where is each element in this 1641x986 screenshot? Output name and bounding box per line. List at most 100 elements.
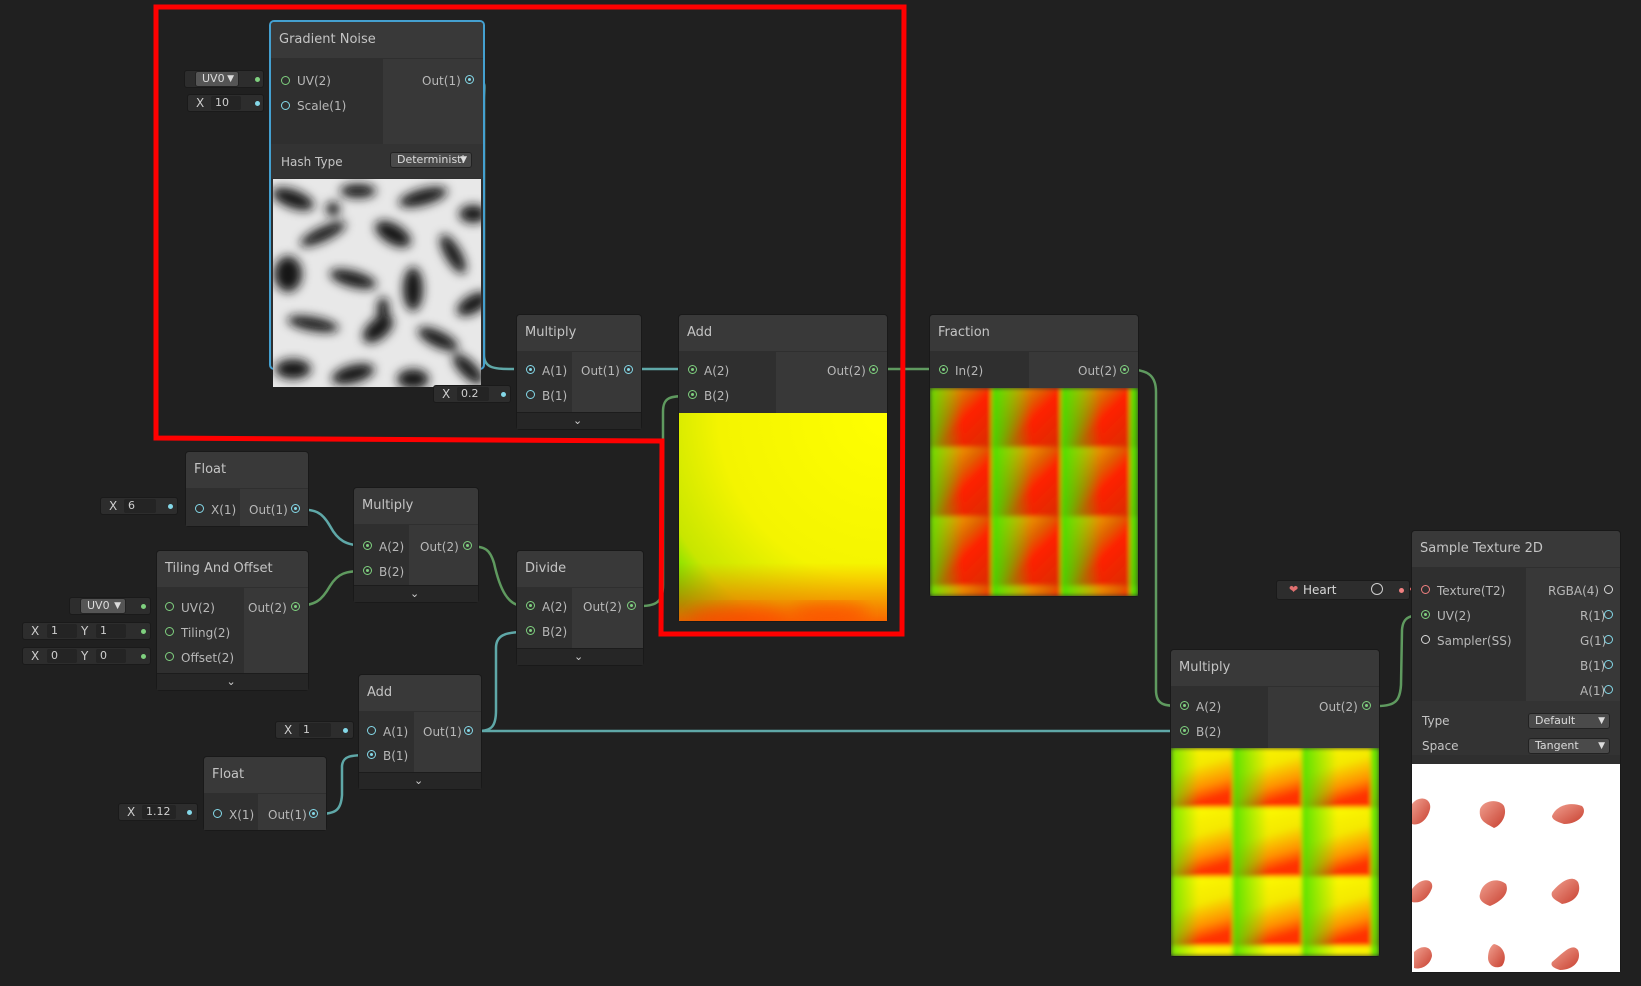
tiling-y-input[interactable]: 1 bbox=[96, 624, 126, 638]
a-input-port[interactable] bbox=[367, 726, 376, 735]
node-header[interactable]: Float bbox=[204, 757, 326, 793]
node-header[interactable]: Sample Texture 2D bbox=[1412, 531, 1620, 567]
uv-input-port[interactable] bbox=[1421, 610, 1430, 619]
node-header[interactable]: Gradient Noise bbox=[271, 22, 483, 58]
gradient-noise-node[interactable]: Gradient Noise UV(2) Scale(1) Out(1) Has… bbox=[271, 22, 483, 387]
multiply-b-field[interactable]: X 0.2 bbox=[433, 385, 511, 403]
tiling-input-port[interactable] bbox=[165, 627, 174, 636]
offset-value-field[interactable]: X 0 Y 0 bbox=[22, 647, 151, 665]
out-port[interactable] bbox=[869, 365, 878, 374]
tiling-and-offset-node[interactable]: Tiling And Offset UV(2) Tiling(2) Offset… bbox=[157, 551, 308, 690]
out-port[interactable] bbox=[464, 726, 473, 735]
a-output-port[interactable] bbox=[1604, 685, 1613, 694]
b-input-port[interactable] bbox=[1180, 726, 1189, 735]
uv-channel-dropdown[interactable]: UV0 ▼ bbox=[195, 71, 239, 87]
b-input-port[interactable] bbox=[526, 626, 535, 635]
node-title: Gradient Noise bbox=[279, 32, 376, 47]
uv-input-port[interactable] bbox=[281, 76, 290, 85]
b-input-port[interactable] bbox=[526, 390, 535, 399]
a-input-port[interactable] bbox=[526, 365, 535, 374]
node-title: Fraction bbox=[938, 325, 990, 340]
uv-input-port[interactable] bbox=[165, 602, 174, 611]
hash-type-dropdown[interactable]: Deterministi ▼ bbox=[390, 152, 472, 168]
b-value-input[interactable]: 0.2 bbox=[457, 387, 489, 401]
out-label: Out(2) bbox=[1319, 700, 1358, 714]
b-input-port[interactable] bbox=[688, 390, 697, 399]
out-label: Out(2) bbox=[1078, 364, 1117, 378]
float-node-top[interactable]: Float X(1) Out(1) bbox=[186, 452, 308, 526]
a-input-port[interactable] bbox=[526, 601, 535, 610]
out-port[interactable] bbox=[309, 809, 318, 818]
node-header[interactable]: Multiply bbox=[517, 315, 641, 351]
scale-value-input[interactable]: 10 bbox=[211, 96, 241, 110]
node-header[interactable]: Fraction bbox=[930, 315, 1138, 351]
a-value-input[interactable]: 1 bbox=[299, 723, 331, 737]
out-port[interactable] bbox=[291, 602, 300, 611]
expand-toggle[interactable]: ⌄ bbox=[354, 585, 478, 602]
texture-input-port[interactable] bbox=[1421, 585, 1430, 594]
b-input-label: B(2) bbox=[379, 565, 405, 579]
a-input-label: A(1) bbox=[383, 725, 409, 739]
offset-y-input[interactable]: 0 bbox=[96, 649, 126, 663]
scale-field[interactable]: X 10 bbox=[187, 94, 264, 112]
out-port[interactable] bbox=[624, 365, 633, 374]
node-title: Float bbox=[194, 462, 227, 477]
b-input-port[interactable] bbox=[363, 566, 372, 575]
float-bottom-value-field[interactable]: X 1.12 bbox=[118, 803, 198, 821]
node-header[interactable]: Float bbox=[186, 452, 308, 488]
float-bottom-value-input[interactable]: 1.12 bbox=[142, 805, 176, 819]
node-header[interactable]: Divide bbox=[517, 551, 643, 587]
node-header[interactable]: Multiply bbox=[1171, 650, 1379, 686]
node-header[interactable]: Multiply bbox=[354, 488, 478, 524]
out-port[interactable] bbox=[463, 541, 472, 550]
fraction-node[interactable]: Fraction In(2) Out(2) bbox=[930, 315, 1138, 596]
a-input-port[interactable] bbox=[1180, 701, 1189, 710]
uv-channel-dropdown[interactable]: UV0 ▼ bbox=[80, 598, 126, 614]
multiply-node-mid[interactable]: Multiply A(2) B(2) Out(2) ⌄ bbox=[354, 488, 478, 602]
expand-toggle[interactable]: ⌄ bbox=[517, 648, 643, 665]
tiling-value-field[interactable]: X 1 Y 1 bbox=[22, 622, 151, 640]
b-output-port[interactable] bbox=[1604, 660, 1613, 669]
sample-texture-2d-node[interactable]: Sample Texture 2D Texture(T2) UV(2) Samp… bbox=[1412, 531, 1620, 972]
in-input-port[interactable] bbox=[939, 365, 948, 374]
object-picker-icon[interactable] bbox=[1371, 583, 1383, 595]
node-header[interactable]: Add bbox=[359, 675, 481, 711]
node-header[interactable]: Add bbox=[679, 315, 887, 351]
offset-input-port[interactable] bbox=[165, 652, 174, 661]
divide-node[interactable]: Divide A(2) B(2) Out(2) ⌄ bbox=[517, 551, 643, 665]
out-port[interactable] bbox=[1120, 365, 1129, 374]
type-dropdown[interactable]: Default ▼ bbox=[1528, 713, 1610, 729]
out-port[interactable] bbox=[627, 601, 636, 610]
texture-asset-field[interactable]: ❤ Heart bbox=[1276, 580, 1410, 600]
out-port[interactable] bbox=[291, 504, 300, 513]
scale-input-port[interactable] bbox=[281, 101, 290, 110]
space-dropdown[interactable]: Tangent ▼ bbox=[1528, 738, 1610, 754]
expand-toggle[interactable]: ⌄ bbox=[157, 673, 308, 690]
tiling-uv-field[interactable]: UV0 ▼ bbox=[69, 597, 151, 615]
r-output-port[interactable] bbox=[1604, 610, 1613, 619]
x-input-port[interactable] bbox=[213, 809, 222, 818]
expand-toggle[interactable]: ⌄ bbox=[359, 772, 481, 789]
node-header[interactable]: Tiling And Offset bbox=[157, 551, 308, 587]
sampler-input-port[interactable] bbox=[1421, 635, 1430, 644]
add-node-bottom[interactable]: Add A(1) B(1) Out(1) ⌄ bbox=[359, 675, 481, 789]
out-port[interactable] bbox=[1362, 701, 1371, 710]
multiply-node-top[interactable]: Multiply A(1) B(1) Out(1) ⌄ bbox=[517, 315, 641, 429]
expand-toggle[interactable]: ⌄ bbox=[517, 412, 641, 429]
float-value-field[interactable]: X 6 bbox=[100, 497, 178, 515]
float-node-bottom[interactable]: Float X(1) Out(1) bbox=[204, 757, 326, 830]
a-input-port[interactable] bbox=[688, 365, 697, 374]
tiling-x-input[interactable]: 1 bbox=[47, 624, 77, 638]
float-value-input[interactable]: 6 bbox=[124, 499, 156, 513]
a-input-port[interactable] bbox=[363, 541, 372, 550]
add-a-field[interactable]: X 1 bbox=[275, 721, 354, 739]
multiply-node-bottom[interactable]: Multiply A(2) B(2) Out(2) bbox=[1171, 650, 1379, 956]
g-output-port[interactable] bbox=[1604, 635, 1613, 644]
b-input-port[interactable] bbox=[367, 750, 376, 759]
out-port[interactable] bbox=[465, 75, 474, 84]
x-input-port[interactable] bbox=[195, 504, 204, 513]
uv-channel-field[interactable]: UV0 ▼ bbox=[184, 70, 264, 88]
add-node-top[interactable]: Add A(2) B(2) Out(2) bbox=[679, 315, 887, 621]
offset-x-input[interactable]: 0 bbox=[47, 649, 77, 663]
rgba-output-port[interactable] bbox=[1604, 585, 1613, 594]
